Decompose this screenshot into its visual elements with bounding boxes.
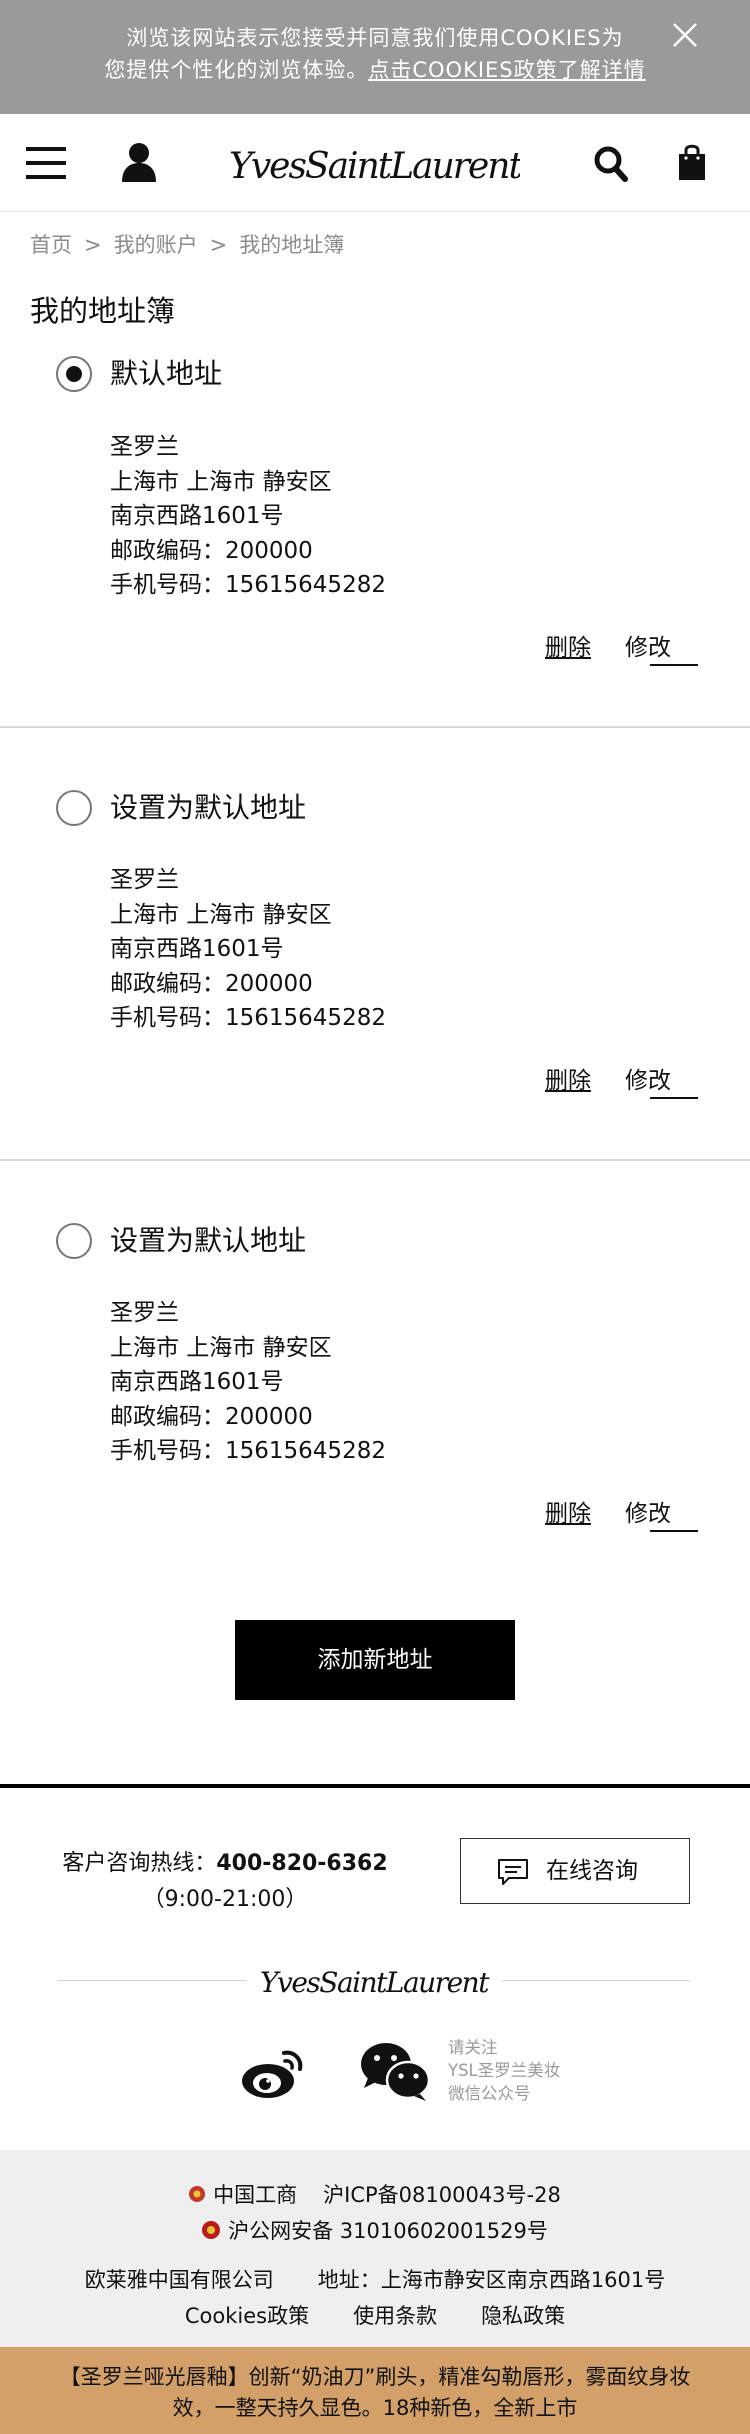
ysl-logo[interactable]: YvesSaintLaurent bbox=[229, 134, 525, 194]
page-title: 我的地址簿 bbox=[30, 294, 176, 328]
edit-underline bbox=[650, 1530, 698, 1532]
breadcrumb-account[interactable]: 我的账户 bbox=[114, 233, 198, 257]
icp-label[interactable]: 中国工商 bbox=[213, 2183, 297, 2207]
set-default-address-radio[interactable] bbox=[56, 1223, 92, 1259]
edit-address-link[interactable]: 修改 bbox=[625, 632, 671, 664]
promo-text: 【圣罗兰哑光唇釉】创新“奶油刀”刷头，精准勾勒唇形，雾面纹身妆效，一整天持久显色… bbox=[59, 2365, 691, 2420]
wechat-line-3: 微信公众号 bbox=[448, 2084, 531, 2103]
online-chat-button[interactable]: 在线咨询 bbox=[460, 1838, 690, 1904]
icp-number[interactable]: 沪ICP备08100043号-28 bbox=[323, 2183, 561, 2207]
breadcrumb-separator: > bbox=[84, 233, 102, 257]
address-divider bbox=[0, 726, 750, 728]
address-name: 圣罗兰 bbox=[110, 1300, 179, 1326]
logo-rule-right bbox=[502, 1980, 690, 1981]
address-region: 上海市 上海市 静安区 bbox=[110, 1334, 332, 1361]
hamburger-menu-icon[interactable] bbox=[26, 147, 66, 179]
user-icon[interactable] bbox=[122, 142, 156, 182]
cookie-line-1: 浏览该网站表示您接受并同意我们使用COOKIES为 bbox=[126, 26, 624, 50]
address-radio-label: 默认地址 bbox=[110, 357, 223, 390]
address-phone: 手机号码：15615645282 bbox=[110, 572, 386, 598]
police-row: 沪公网安备 31010602001529号 bbox=[0, 2216, 750, 2246]
address-postcode: 邮政编码：200000 bbox=[110, 537, 313, 564]
address-name: 圣罗兰 bbox=[110, 867, 179, 893]
customer-hotline: 客户咨询热线：400-820-6362 （9:00-21:00） bbox=[55, 1846, 395, 1918]
company-address: 地址：上海市静安区南京西路1601号 bbox=[317, 2268, 666, 2292]
address-details: 圣罗兰 上海市 上海市 静安区 南京西路1601号 邮政编码：200000 手机… bbox=[110, 1296, 386, 1469]
breadcrumb-address-book: 我的地址簿 bbox=[239, 233, 345, 257]
legal-info: 中国工商 沪ICP备08100043号-28 沪公网安备 310106020015… bbox=[0, 2150, 750, 2347]
promo-banner[interactable]: 【圣罗兰哑光唇釉】创新“奶油刀”刷头，精准勾勒唇形，雾面纹身妆效，一整天持久显色… bbox=[0, 2347, 750, 2434]
wechat-line-2: YSL圣罗兰美妆 bbox=[448, 2061, 561, 2080]
address-postcode: 邮政编码：200000 bbox=[110, 970, 313, 997]
chat-label: 在线咨询 bbox=[546, 1858, 638, 1884]
address-region: 上海市 上海市 静安区 bbox=[110, 468, 332, 495]
address-street: 南京西路1601号 bbox=[110, 1369, 284, 1395]
police-badge-icon bbox=[202, 2221, 221, 2239]
chat-bubble-icon bbox=[497, 1858, 529, 1886]
privacy-policy-link[interactable]: 隐私政策 bbox=[481, 2304, 565, 2328]
company-name: 欧莱雅中国有限公司 bbox=[84, 2268, 274, 2292]
logo-text: YvesSaintLaurent bbox=[230, 146, 520, 187]
footer-logo-text: YvesSaintLaurent bbox=[260, 1966, 490, 1999]
hotline-hours: （9:00-21:00） bbox=[142, 1887, 308, 1912]
delete-address-link[interactable]: 删除 bbox=[545, 1065, 591, 1097]
address-street: 南京西路1601号 bbox=[110, 936, 284, 962]
breadcrumb-separator: > bbox=[209, 233, 228, 257]
set-default-address-radio[interactable] bbox=[56, 790, 92, 826]
address-phone: 手机号码：15615645282 bbox=[110, 1438, 386, 1464]
wechat-line-1: 请关注 bbox=[448, 2038, 498, 2057]
add-address-button[interactable]: 添加新地址 bbox=[235, 1620, 515, 1700]
address-postcode: 邮政编码：200000 bbox=[110, 1403, 313, 1430]
company-row: 欧莱雅中国有限公司 地址：上海市静安区南京西路1601号 bbox=[0, 2265, 750, 2295]
default-address-radio[interactable] bbox=[56, 356, 92, 392]
address-radio-label[interactable]: 设置为默认地址 bbox=[110, 1223, 306, 1259]
address-phone: 手机号码：15615645282 bbox=[110, 1005, 386, 1031]
address-street: 南京西路1601号 bbox=[110, 503, 284, 529]
search-icon[interactable] bbox=[594, 146, 628, 182]
policy-links-row: Cookies政策 使用条款 隐私政策 bbox=[0, 2301, 750, 2331]
cookie-line-2-prefix: 您提供个性化的浏览体验。 bbox=[104, 58, 369, 82]
hotline-number[interactable]: 400-820-6362 bbox=[216, 1851, 387, 1876]
address-name: 圣罗兰 bbox=[110, 434, 179, 460]
breadcrumb-home[interactable]: 首页 bbox=[30, 233, 72, 257]
logo-rule-left bbox=[58, 1980, 246, 1981]
address-details: 圣罗兰 上海市 上海市 静安区 南京西路1601号 邮政编码：200000 手机… bbox=[110, 430, 386, 603]
breadcrumb: 首页 > 我的账户 > 我的地址簿 bbox=[30, 230, 344, 260]
wechat-icon[interactable] bbox=[360, 2040, 431, 2102]
cookie-banner: 浏览该网站表示您接受并同意我们使用COOKIES为 您提供个性化的浏览体验。点击… bbox=[0, 0, 750, 114]
cookies-policy-link[interactable]: Cookies政策 bbox=[185, 2304, 309, 2328]
cookie-message: 浏览该网站表示您接受并同意我们使用COOKIES为 您提供个性化的浏览体验。点击… bbox=[60, 22, 690, 86]
address-divider bbox=[0, 1159, 750, 1161]
weibo-icon[interactable] bbox=[240, 2045, 306, 2101]
footer-ysl-logo: YvesSaintLaurent bbox=[258, 1958, 492, 2004]
hotline-label: 客户咨询热线： bbox=[62, 1851, 217, 1876]
cookie-line-2: 您提供个性化的浏览体验。点击COOKIES政策了解详情 bbox=[60, 54, 690, 86]
edit-underline bbox=[650, 1097, 698, 1099]
icp-row: 中国工商 沪ICP备08100043号-28 bbox=[0, 2180, 750, 2210]
police-record[interactable]: 沪公网安备 31010602001529号 bbox=[228, 2219, 548, 2243]
address-region: 上海市 上海市 静安区 bbox=[110, 901, 332, 928]
edit-address-link[interactable]: 修改 bbox=[625, 1498, 671, 1530]
cookie-policy-link[interactable]: 点击COOKIES政策了解详情 bbox=[368, 58, 645, 82]
close-icon[interactable] bbox=[668, 18, 702, 52]
delete-address-link[interactable]: 删除 bbox=[545, 1498, 591, 1530]
delete-address-link[interactable]: 删除 bbox=[545, 632, 591, 664]
footer-divider bbox=[0, 1784, 750, 1788]
address-radio-label[interactable]: 设置为默认地址 bbox=[110, 790, 306, 826]
wechat-follow-text: 请关注 YSL圣罗兰美妆 微信公众号 bbox=[448, 2036, 560, 2105]
shopping-bag-icon[interactable] bbox=[677, 143, 707, 181]
industry-commerce-badge-icon bbox=[189, 2186, 206, 2202]
edit-address-link[interactable]: 修改 bbox=[625, 1065, 671, 1097]
terms-of-use-link[interactable]: 使用条款 bbox=[353, 2304, 437, 2328]
edit-underline bbox=[650, 664, 698, 666]
site-header: YvesSaintLaurent bbox=[0, 114, 750, 212]
address-details: 圣罗兰 上海市 上海市 静安区 南京西路1601号 邮政编码：200000 手机… bbox=[110, 863, 386, 1036]
